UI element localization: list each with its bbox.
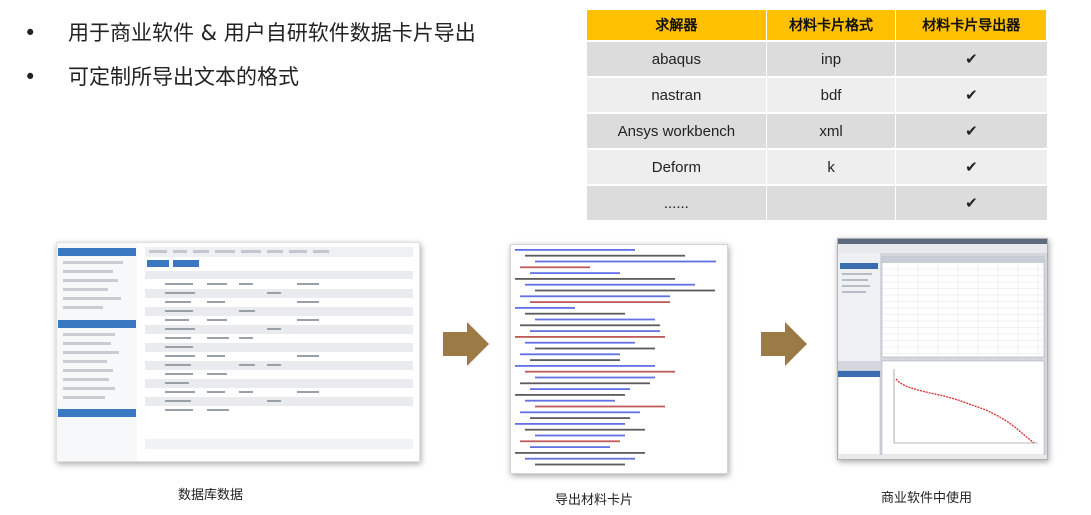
check-icon: ✔ <box>895 148 1047 185</box>
table-row: abaqus inp ✔ <box>586 40 1047 77</box>
commercial-software-graphic <box>838 239 1047 459</box>
column-header-format: 材料卡片格式 <box>765 9 897 42</box>
table-row: nastran bdf ✔ <box>586 76 1047 113</box>
solver-cell: abaqus <box>586 40 767 77</box>
xml-file-graphic <box>515 249 716 466</box>
format-cell: bdf <box>765 76 896 113</box>
solver-cell: Ansys workbench <box>586 112 767 149</box>
caption-export: 导出材料卡片 <box>555 493 634 508</box>
format-cell <box>765 184 896 220</box>
bullet-dot-icon: • <box>24 21 37 45</box>
right-arrow-icon <box>761 322 807 366</box>
commercial-software-screenshot <box>837 238 1048 460</box>
table-row: ...... ✔ <box>586 184 1047 220</box>
right-arrow-icon <box>443 322 489 366</box>
check-icon: ✔ <box>895 184 1047 220</box>
check-icon: ✔ <box>895 76 1047 113</box>
table-header-row: 求解器 材料卡片格式 材料卡片导出器 <box>586 9 1047 42</box>
check-icon: ✔ <box>895 112 1047 149</box>
solver-cell: nastran <box>586 76 767 113</box>
format-cell: inp <box>765 40 896 77</box>
exported-card-screenshot <box>510 244 728 474</box>
solver-format-table: 求解器 材料卡片格式 材料卡片导出器 abaqus inp ✔ nastran … <box>586 9 1047 220</box>
solver-cell: Deform <box>586 148 767 185</box>
database-screenshot <box>56 242 420 462</box>
column-header-solver: 求解器 <box>586 9 767 42</box>
solver-cell: ...... <box>586 184 767 220</box>
format-cell: k <box>765 148 896 185</box>
check-icon: ✔ <box>895 40 1047 77</box>
format-cell: xml <box>765 112 896 149</box>
table-row: Deform k ✔ <box>586 148 1047 185</box>
column-header-exporter: 材料卡片导出器 <box>895 9 1047 42</box>
bullet-dot-icon: • <box>24 65 37 89</box>
bullet-text: 用于商业软件 & 用户自研软件数据卡片导出 <box>68 21 476 45</box>
bullet-text: 可定制所导出文本的格式 <box>68 65 299 89</box>
caption-commercial: 商业软件中使用 <box>881 491 973 506</box>
table-row: Ansys workbench xml ✔ <box>586 112 1047 149</box>
database-screenshot-graphic <box>57 243 413 461</box>
caption-database: 数据库数据 <box>178 488 244 503</box>
